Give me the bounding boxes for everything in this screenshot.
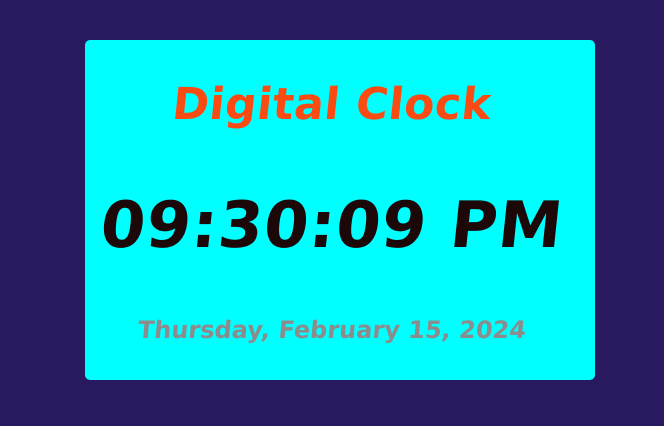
clock-time-display: 09:30:09 PM: [96, 189, 568, 263]
clock-title: Digital Clock: [169, 79, 495, 130]
clock-date-display: Thursday, February 15, 2024: [136, 316, 528, 344]
